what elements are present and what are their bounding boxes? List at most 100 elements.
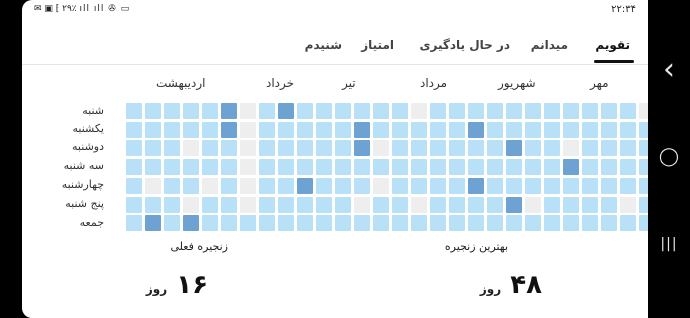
calendar-day-cell (525, 159, 541, 175)
calendar-day-cell (297, 103, 313, 119)
calendar-day-cell (601, 178, 617, 194)
calendar-day-cell (183, 215, 199, 231)
back-chevron-icon[interactable]: ‹ (648, 52, 690, 87)
calendar-day-cell (582, 215, 598, 231)
calendar-day-cell (411, 122, 427, 138)
current-streak-unit: روز (145, 282, 168, 296)
calendar-day-cell (506, 178, 522, 194)
recents-icon[interactable]: ||| (648, 236, 690, 252)
tab-heard[interactable]: شنیدم (305, 38, 342, 52)
calendar-day-cell (297, 159, 313, 175)
calendar-day-cell (145, 103, 161, 119)
home-icon[interactable]: ◯ (648, 146, 690, 167)
tab-score[interactable]: امتیاز (361, 38, 394, 52)
calendar-day-cell (563, 197, 579, 213)
tab-learning[interactable]: در حال یادگیری (420, 38, 511, 52)
calendar-day-cell (183, 178, 199, 194)
calendar-day-cell (487, 178, 503, 194)
calendar-day-cell (240, 197, 256, 213)
status-icons: ✉ ▣ ⁅ ۲۹٪ ıll ıll ✇ ▭ (34, 4, 131, 14)
calendar-day-cell (373, 215, 389, 231)
calendar-day-cell (278, 215, 294, 231)
calendar-day-cell (373, 178, 389, 194)
calendar-day-cell (449, 197, 465, 213)
calendar-day-cell (582, 122, 598, 138)
calendar-day-cell (259, 103, 275, 119)
calendar-day-cell (354, 197, 370, 213)
calendar-day-cell (525, 122, 541, 138)
calendar-day-cell (392, 215, 408, 231)
month-label: اردیبهشت (156, 76, 206, 90)
calendar-day-cell (145, 122, 161, 138)
calendar-day-cell (202, 178, 218, 194)
calendar-day-cell (620, 197, 636, 213)
calendar-day-cell (487, 215, 503, 231)
calendar-day-cell (468, 159, 484, 175)
calendar-day-cell (449, 140, 465, 156)
calendar-day-cell (278, 122, 294, 138)
calendar-day-cell (297, 215, 313, 231)
calendar-day-cell (544, 159, 560, 175)
calendar-day-cell (506, 215, 522, 231)
calendar-day-cell (411, 197, 427, 213)
calendar-day-cell (354, 178, 370, 194)
calendar-day-cell (620, 215, 636, 231)
weekday-label: جمعه (79, 216, 104, 229)
calendar-day-cell (449, 122, 465, 138)
calendar-day-cell (354, 122, 370, 138)
status-time: ۲۲:۳۴ (611, 4, 636, 15)
tab-calendar[interactable]: تقویم (595, 38, 630, 52)
calendar-day-cell (639, 122, 648, 138)
calendar-day-cell (544, 103, 560, 119)
calendar-day-cell (620, 122, 636, 138)
calendar-day-cell (297, 122, 313, 138)
calendar-day-cell (183, 140, 199, 156)
calendar-day-cell (449, 103, 465, 119)
calendar-day-cell (278, 197, 294, 213)
calendar-day-cell (145, 140, 161, 156)
calendar-day-cell (126, 215, 142, 231)
app-screen: ✉ ▣ ⁅ ۲۹٪ ıll ıll ✇ ▭ ۲۲:۳۴ تقویم میدانم… (22, 0, 648, 318)
calendar-day-cell (373, 159, 389, 175)
calendar-day-cell (373, 122, 389, 138)
calendar-day-cell (373, 140, 389, 156)
calendar-day-cell (582, 140, 598, 156)
calendar-day-cell (506, 159, 522, 175)
month-label: مرداد (420, 76, 448, 90)
calendar-day-cell (639, 140, 648, 156)
calendar-day-cell (259, 197, 275, 213)
calendar-day-cell (297, 140, 313, 156)
calendar-day-cell (202, 197, 218, 213)
weekday-label: شنبه (82, 104, 104, 117)
best-streak-unit: روز (479, 282, 502, 296)
calendar-day-cell (316, 178, 332, 194)
calendar-day-cell (506, 140, 522, 156)
calendar-day-cell (468, 103, 484, 119)
calendar-day-cell (411, 159, 427, 175)
calendar-day-cell (544, 122, 560, 138)
calendar-day-cell (544, 178, 560, 194)
calendar-day-cell (639, 215, 648, 231)
calendar-day-cell (411, 215, 427, 231)
calendar-day-cell (506, 122, 522, 138)
calendar-day-cell (335, 178, 351, 194)
calendar-day-cell (221, 178, 237, 194)
calendar-day-cell (601, 140, 617, 156)
calendar-day-cell (392, 103, 408, 119)
calendar-day-cell (335, 215, 351, 231)
calendar-day-cell (259, 159, 275, 175)
calendar-day-cell (183, 122, 199, 138)
system-nav-bar: ‹ ◯ ||| (648, 0, 690, 318)
calendar-day-cell (468, 197, 484, 213)
calendar-day-cell (544, 197, 560, 213)
calendar-day-cell (126, 178, 142, 194)
calendar-day-cell (601, 215, 617, 231)
calendar-day-cell (202, 122, 218, 138)
calendar-day-cell (430, 122, 446, 138)
calendar-day-cell (316, 215, 332, 231)
calendar-day-cell (582, 103, 598, 119)
calendar-day-cell (202, 215, 218, 231)
calendar-day-cell (316, 122, 332, 138)
calendar-day-cell (240, 122, 256, 138)
tab-known[interactable]: میدانم (531, 38, 568, 52)
